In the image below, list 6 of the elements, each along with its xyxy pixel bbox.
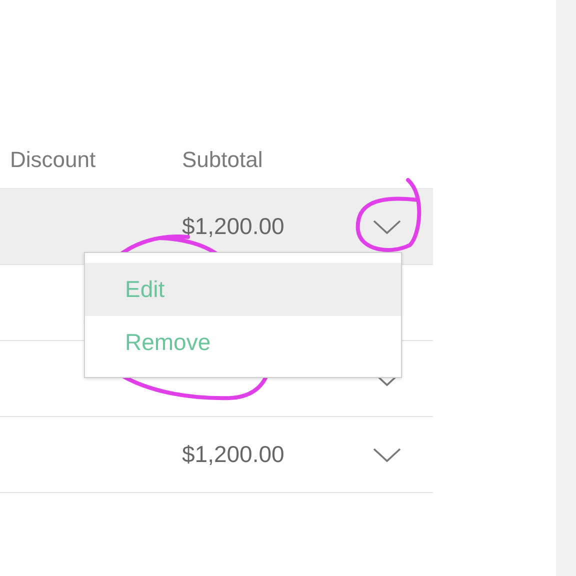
menu-item[interactable]: Remove bbox=[85, 316, 401, 369]
column-header: Subtotal bbox=[182, 146, 263, 172]
menu-item[interactable]: Edit bbox=[85, 263, 401, 316]
subtotal-cell: $1,200.00 bbox=[182, 213, 284, 240]
subtotal-cell: $1,200.00 bbox=[182, 441, 284, 468]
column-header: Discount bbox=[10, 146, 96, 172]
